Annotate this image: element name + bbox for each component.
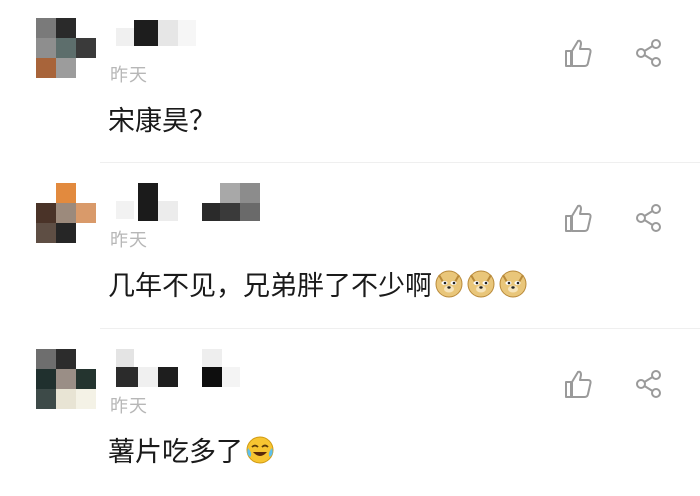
- comment-time: 昨天: [110, 65, 148, 86]
- comment-actions: [530, 36, 700, 76]
- avatar[interactable]: [36, 183, 98, 245]
- divider: [100, 328, 700, 329]
- comment-text: 薯片吃多了: [108, 430, 275, 469]
- thumbs-up-icon[interactable]: [562, 201, 592, 235]
- comment-item: 昨天 薯片吃多了: [0, 331, 700, 496]
- share-icon[interactable]: [634, 38, 664, 68]
- share-icon[interactable]: [634, 203, 664, 233]
- doge-emoji: [435, 270, 463, 297]
- comment-time: 昨天: [110, 230, 148, 251]
- divider: [100, 162, 700, 163]
- comment-actions: [530, 367, 700, 407]
- thumbs-up-icon[interactable]: [562, 367, 592, 401]
- comment-text: 宋康昊？: [108, 99, 216, 138]
- thumbs-up-icon[interactable]: [562, 36, 592, 70]
- comment-text: 几年不见，兄弟胖了不少啊: [108, 264, 528, 303]
- laugh-cry-emoji: [246, 436, 274, 463]
- doge-emoji: [467, 270, 495, 297]
- share-icon[interactable]: [634, 369, 664, 399]
- doge-emoji: [499, 270, 527, 297]
- comment-actions: [530, 201, 700, 241]
- comment-item: 昨天 几年不见，兄弟胖了不少啊: [0, 165, 700, 330]
- comment-text-body: 宋康昊？: [108, 106, 216, 137]
- comment-time: 昨天: [110, 396, 148, 417]
- comment-item: 昨天 宋康昊？: [0, 0, 700, 165]
- avatar[interactable]: [36, 349, 98, 411]
- comment-text-body: 几年不见，兄弟胖了不少啊: [108, 271, 432, 302]
- comment-text-body: 薯片吃多了: [108, 437, 243, 468]
- avatar[interactable]: [36, 18, 98, 80]
